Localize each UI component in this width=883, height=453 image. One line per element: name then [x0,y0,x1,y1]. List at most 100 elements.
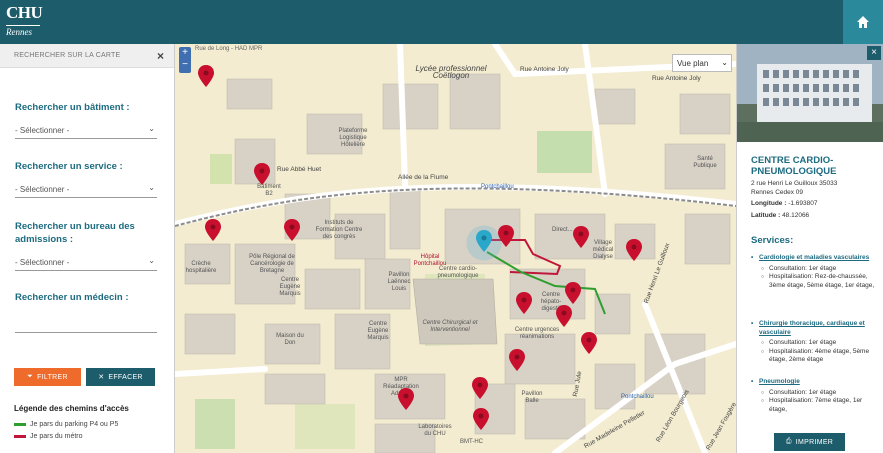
service-item-pneumologie: Pneumologie Consultation: 1er étage Hosp… [751,378,881,414]
building-detail-panel: × CENTRE CARDIO-PNEUMOLOGIQUE 2 rue Henr… [736,44,883,453]
map-marker-pin[interactable] [254,163,270,185]
map-marker-pin[interactable] [205,219,221,241]
map-marker-pin[interactable] [473,408,489,430]
map-label-bmt: BMT-HC [460,439,483,445]
map-label-rue-joly-2: Rue Antoine Joly [652,75,701,82]
filter-button-label: FILTRER [37,373,68,381]
map-marker-pin[interactable] [573,226,589,248]
chevron-down-icon: ⌄ [148,256,155,265]
zoom-control[interactable]: + − [179,47,191,73]
map-marker-pin[interactable] [198,65,214,87]
clear-button-label: EFFACER [108,373,143,381]
map-canvas[interactable] [175,44,736,453]
service-detail: Consultation: 1er étage [751,389,881,398]
map-label-instituts: Instituts de Formation Centre des congrè… [315,220,363,240]
service-label: Rechercher un service : [15,161,123,172]
map-label-chirurgical: Centre Chirurgical et Interventionnel [422,320,478,333]
filter-icon: ⏷ [27,373,34,380]
map-label-eugene-marquis: Centre Eugène Marquis [279,277,301,297]
home-button[interactable] [843,0,883,44]
map-marker-pin[interactable] [565,282,581,304]
longitude-label: Longitude : [751,200,787,207]
map-marker-pin[interactable] [581,332,597,354]
map-label-pole: Pôle Régional de Cancérologie de Bretagn… [249,254,295,274]
service-link-chirurgie[interactable]: Chirurgie thoracique, cardiaque et vascu… [751,320,881,337]
building-select[interactable]: - Sélectionner - ⌄ [15,121,157,139]
latitude-row: Latitude : 48.12066 [751,212,809,219]
map-label-pavillon-balle: Pavillon Balle [521,391,543,404]
map-label-batiment-b2: Bâtiment B2 [257,184,281,197]
map-marker-pin[interactable] [472,377,488,399]
map-label-village: Village médical Dialyse [592,240,614,260]
app-header: CHU Rennes [0,0,883,44]
map-label-allee-flume: Allée de la Flume [398,174,449,181]
map-label-pavillon-laennec: Pavillon Laënnec Louis [387,272,411,292]
sidebar-header: RECHERCHER SUR LA CARTE × [0,44,174,68]
building-title: CENTRE CARDIO-PNEUMOLOGIQUE [751,155,837,177]
longitude-row: Longitude : -1.693807 [751,200,817,207]
map-marker-pin[interactable] [556,305,572,327]
map-marker-pin[interactable] [284,219,300,241]
chevron-down-icon: ⌄ [721,58,728,67]
service-select[interactable]: - Sélectionner - ⌄ [15,180,157,198]
map-label-sante: Santé Publique [693,156,717,169]
address-line-1: 2 rue Henri Le Guilloux 35033 [751,180,838,187]
admissions-select[interactable]: - Sélectionner - ⌄ [15,253,157,271]
map-label-pontchaillou-metro: Pontchaillou [481,184,514,190]
campus-map[interactable]: + − Rue de Long - HAD MPR Vue plan ⌄ Lyc… [175,44,736,453]
address-line-2: Rennes Cedex 09 [751,189,804,196]
map-marker-pin[interactable] [509,349,525,371]
service-item-cardiologie: Cardiologie et maladies vasculaires Cons… [751,254,881,290]
filter-button[interactable]: ⏷ FILTRER [14,368,81,386]
legend-title: Légende des chemins d'accès [14,404,129,413]
chevron-down-icon: ⌄ [148,183,155,192]
map-marker-pin[interactable] [498,225,514,247]
map-label-eugene-marquis-2: Centre Eugène Marquis [367,321,389,341]
service-link-cardiologie[interactable]: Cardiologie et maladies vasculaires [751,254,881,263]
service-detail: Consultation: 1er étage [751,265,881,274]
map-credit: Rue de Long - HAD MPR [195,46,263,52]
map-label-labo: Laboratoires du CHU [418,424,452,437]
map-marker-pin[interactable] [516,292,532,314]
service-link-pneumologie[interactable]: Pneumologie [751,378,881,387]
view-type-select[interactable]: Vue plan ⌄ [672,54,732,72]
legend-item-metro: Je pars du métro [14,433,83,440]
sidebar-title: RECHERCHER SUR LA CARTE [14,52,121,59]
print-button[interactable]: ⎙ IMPRIMER [774,433,845,451]
service-item-chirurgie: Chirurgie thoracique, cardiaque et vascu… [751,320,881,365]
legend-swatch-green [14,423,26,426]
latitude-value: 48.12066 [782,212,810,219]
service-detail: Consultation: 1er étage [751,339,881,348]
clear-button[interactable]: ✕ EFFACER [86,368,155,386]
print-button-label: IMPRIMER [795,438,834,446]
zoom-in-button[interactable]: + [179,47,191,59]
service-select-value: - Sélectionner - [15,185,70,194]
legend-item-label: Je pars du parking P4 ou P5 [30,421,119,428]
zoom-out-button[interactable]: − [179,59,191,71]
map-label-plateforme: Plateforme Logistique Hôtelière [338,128,368,148]
services-title: Services: [751,235,794,246]
chu-rennes-logo[interactable]: CHU Rennes [6,3,43,39]
map-marker-pin[interactable] [398,388,414,410]
building-photo [737,44,883,142]
map-label-creche: Crèche hospitalière [185,261,217,274]
logo-subtext: Rennes [6,25,40,37]
panel-close-button[interactable]: × [867,46,881,60]
doctor-input[interactable] [15,317,157,333]
chevron-down-icon: ⌄ [148,124,155,133]
service-detail: Hospitalisation: 4ème étage, 5ème étage,… [751,348,881,365]
legend-swatch-red [14,435,26,438]
longitude-value: -1.693807 [788,200,818,207]
selected-marker-pin[interactable] [476,230,492,252]
map-label-pontchaillou-bottom: Pontchaillou [621,394,654,400]
sidebar-close-icon[interactable]: × [157,49,164,63]
map-marker-pin[interactable] [626,239,642,261]
latitude-label: Latitude : [751,212,781,219]
close-icon: ✕ [98,374,105,381]
map-label-centre-cardio: Centre cardio-pneumologique [437,266,479,279]
doctor-label: Rechercher un médecin : [15,292,129,303]
map-label-lycee: Lycée professionnel Coëtlogon [415,64,487,80]
view-select-value: Vue plan [677,59,709,68]
logo-text: CHU [6,3,43,22]
map-label-maison-don: Maison du Don [276,333,304,346]
